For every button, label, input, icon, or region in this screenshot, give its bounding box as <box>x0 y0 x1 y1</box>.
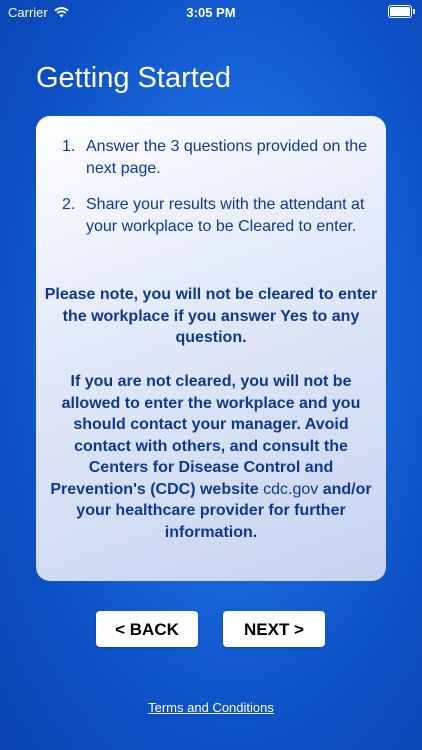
battery-icon <box>388 5 415 18</box>
step-text: Answer the 3 questions provided on the n… <box>86 138 368 177</box>
page-title: Getting Started <box>36 62 232 94</box>
step-item: 2. Share your results with the attendant… <box>62 194 372 238</box>
step-number: 1. <box>62 138 76 155</box>
instructions-card: 1. Answer the 3 questions provided on th… <box>36 116 386 581</box>
instruction-steps: 1. Answer the 3 questions provided on th… <box>62 136 372 252</box>
step-number: 2. <box>62 196 76 213</box>
back-button[interactable]: < BACK <box>96 611 198 647</box>
status-bar: Carrier 3:05 PM <box>0 0 422 24</box>
note-not-cleared: Please note, you will not be cleared to … <box>44 286 378 346</box>
next-button[interactable]: NEXT > <box>223 611 325 647</box>
cdc-link[interactable]: cdc.gov <box>263 481 318 498</box>
step-text: Share your results with the attendant at… <box>86 196 365 235</box>
note2-text-before: If you are not cleared, you will not be … <box>50 373 361 498</box>
terms-and-conditions-link[interactable]: Terms and Conditions <box>0 700 422 715</box>
status-time: 3:05 PM <box>186 5 236 20</box>
note-contact-info: If you are not cleared, you will not be … <box>44 371 378 543</box>
step-item: 1. Answer the 3 questions provided on th… <box>62 136 372 180</box>
